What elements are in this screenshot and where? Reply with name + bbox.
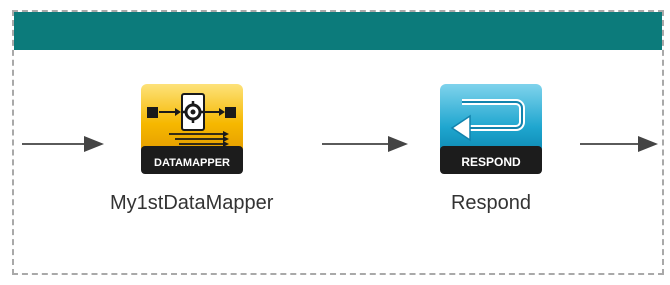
datamapper-badge-text: DATAMAPPER (154, 157, 230, 169)
respond-node-label: Respond (450, 192, 532, 214)
datamapper-icon: DATAMAPPER (139, 82, 245, 178)
respond-icon: RESPOND (438, 82, 544, 178)
incoming-connector-arrow[interactable] (22, 136, 104, 152)
datamapper-to-respond-connector[interactable] (322, 136, 408, 152)
flow-header-bar (14, 12, 662, 50)
outgoing-connector-arrow[interactable] (580, 136, 662, 152)
datamapper-node-label: My1stDataMapper (110, 192, 274, 214)
respond-badge-text: RESPOND (461, 155, 521, 169)
flow-node-respond[interactable]: RESPOND Respond (438, 82, 544, 215)
flow-node-datamapper[interactable]: DATAMAPPER My1stDataMapper (110, 82, 273, 215)
